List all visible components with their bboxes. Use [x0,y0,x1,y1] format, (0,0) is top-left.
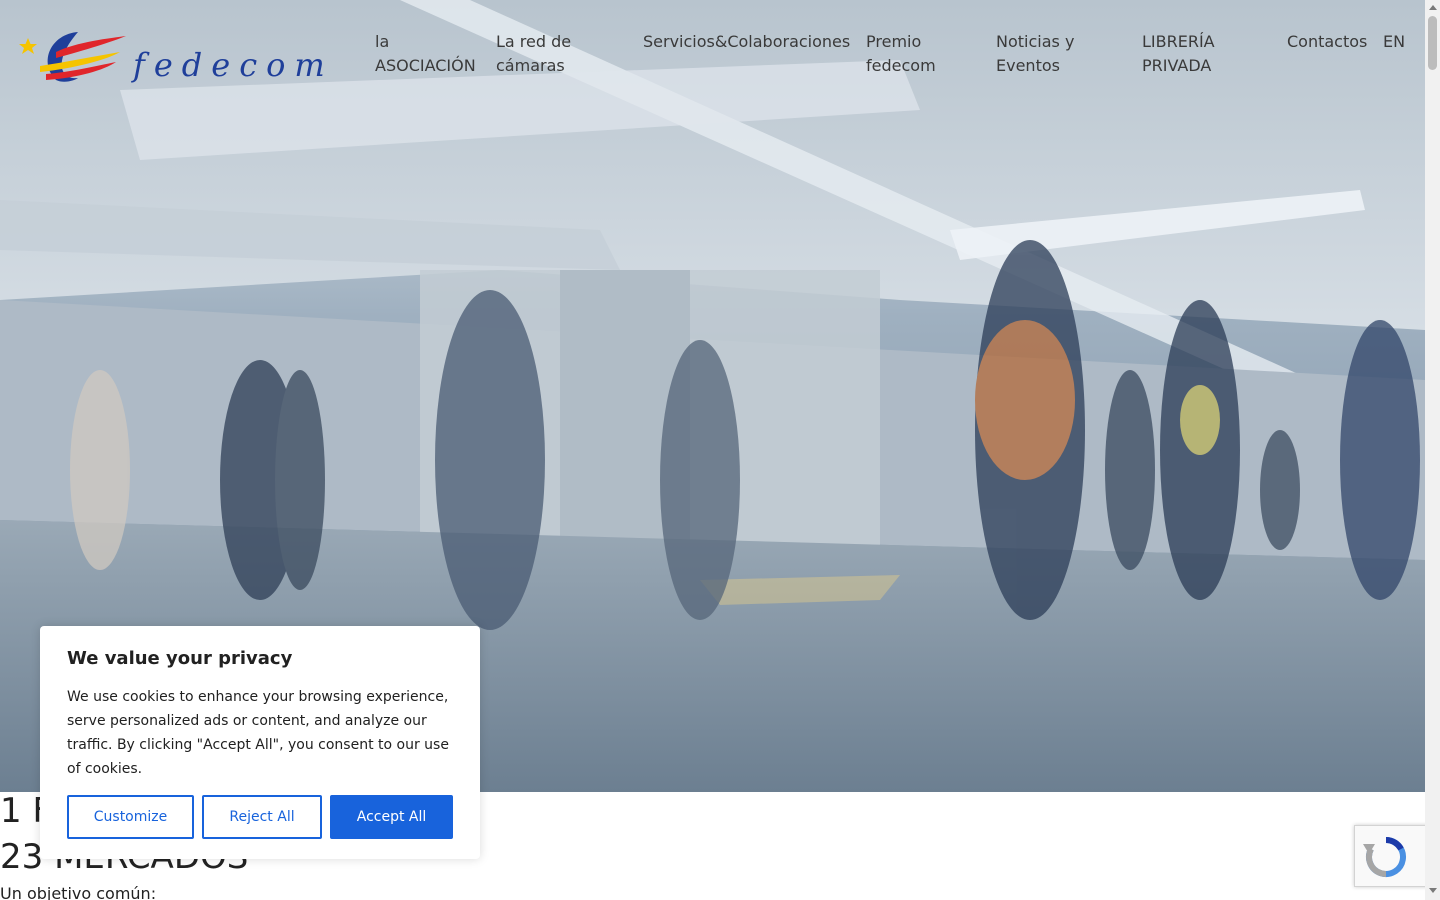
nav-item-premio[interactable]: Premio fedecom [866,30,966,78]
nav-item-language-en[interactable]: EN [1383,30,1405,54]
customize-button[interactable]: Customize [67,795,194,839]
nav-item-servicios[interactable]: Servicios&Colaboraciones [643,30,858,54]
page: fedecom la ASOCIACIÓN La red de cámaras … [0,0,1425,900]
brand-logo[interactable]: fedecom [16,22,325,86]
cookie-title: We value your privacy [67,648,293,669]
accept-all-button[interactable]: Accept All [330,795,453,839]
scroll-thumb[interactable] [1428,16,1437,70]
nav-item-asociacion[interactable]: la ASOCIACIÓN [375,30,485,78]
nav-item-contactos[interactable]: Contactos [1287,30,1367,54]
nav-item-noticias[interactable]: Noticias y Eventos [996,30,1106,78]
cookie-buttons: Customize Reject All Accept All [67,795,453,839]
nav-item-libreria[interactable]: LIBRERÍA PRIVADA [1142,30,1252,78]
logo-text: fedecom [133,46,334,84]
recaptcha-icon [1363,837,1406,877]
reject-all-button[interactable]: Reject All [202,795,322,839]
nav-item-red-camaras[interactable]: La red de cámaras [496,30,616,78]
cookie-description: We use cookies to enhance your browsing … [67,689,449,777]
logo-mark-icon [19,32,126,82]
scroll-down-arrow-icon[interactable] [1429,888,1437,893]
recaptcha-badge[interactable] [1354,825,1425,887]
objective-text: Un objetivo común: [0,884,157,900]
scroll-up-arrow-icon[interactable] [1429,5,1437,10]
cookie-consent-banner: We value your privacy We use cookies to … [40,626,480,859]
scrollbar[interactable] [1425,0,1440,900]
